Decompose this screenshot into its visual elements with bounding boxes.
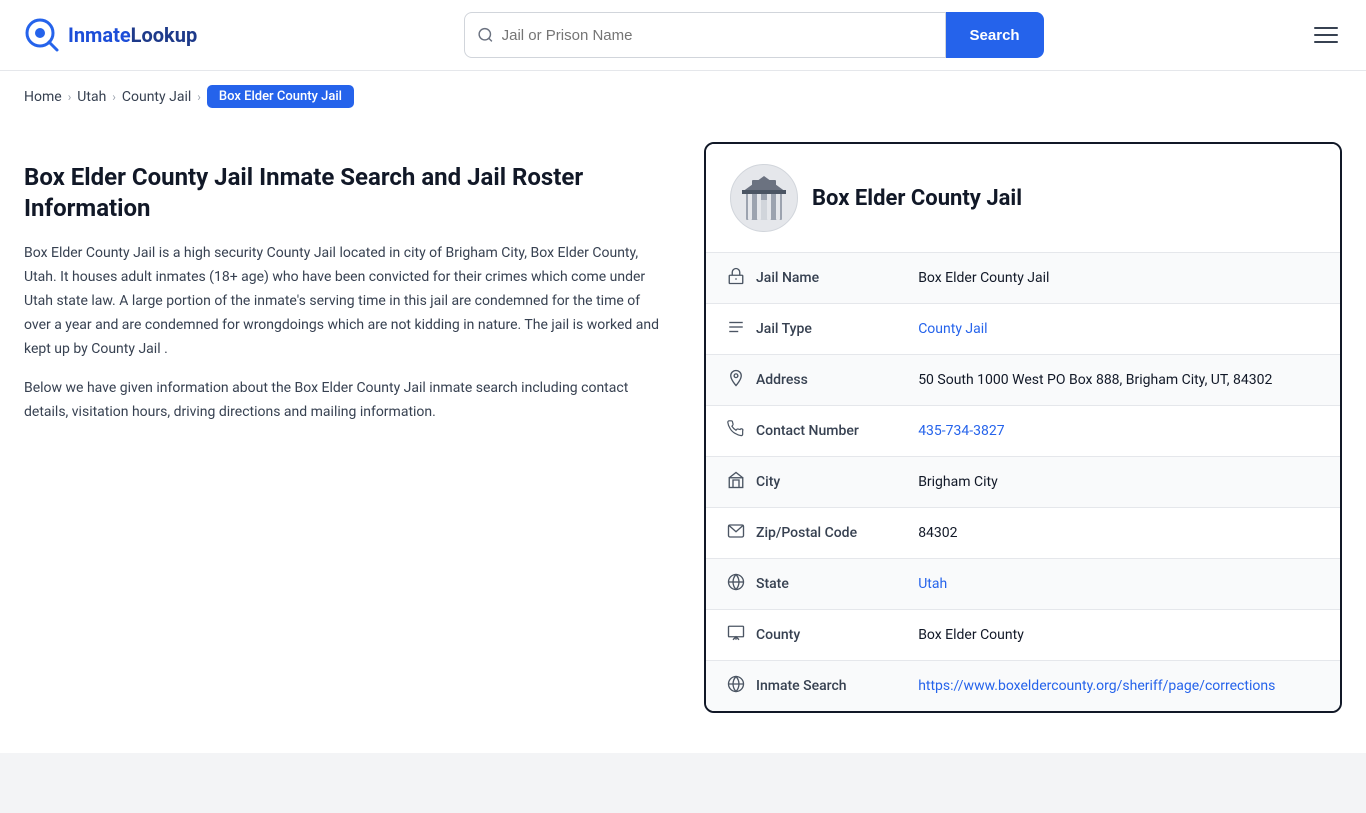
- field-value-cell: 50 South 1000 West PO Box 888, Brigham C…: [898, 355, 1340, 406]
- card-title: Box Elder County Jail: [812, 186, 1022, 211]
- state-icon: [726, 573, 746, 595]
- field-label-cell: Address: [706, 355, 898, 405]
- jail-image: [730, 164, 798, 232]
- field-label-cell: Contact Number: [706, 406, 898, 456]
- breadcrumb-county-jail[interactable]: County Jail: [122, 89, 191, 105]
- logo-icon: [24, 17, 60, 53]
- field-link-8[interactable]: https://www.boxeldercounty.org/sheriff/p…: [918, 678, 1275, 694]
- search-icon: [477, 26, 494, 44]
- menu-line-2: [1314, 34, 1338, 36]
- card-header: Box Elder County Jail: [706, 144, 1340, 252]
- field-label-2: Address: [756, 372, 808, 388]
- field-link-3[interactable]: 435-734-3827: [918, 423, 1004, 439]
- field-label-3: Contact Number: [756, 423, 859, 439]
- field-value-cell[interactable]: County Jail: [898, 304, 1340, 355]
- field-link-6[interactable]: Utah: [918, 576, 947, 592]
- address-icon: [726, 369, 746, 391]
- table-row: City Brigham City: [706, 457, 1340, 508]
- field-label-4: City: [756, 474, 780, 490]
- globe-icon: [726, 675, 746, 697]
- table-row: Jail Name Box Elder County Jail: [706, 253, 1340, 304]
- county-icon: [726, 624, 746, 646]
- field-label-cell: Jail Type: [706, 304, 898, 354]
- field-label-cell: State: [706, 559, 898, 609]
- search-button[interactable]: Search: [946, 12, 1044, 58]
- table-row: County Box Elder County: [706, 610, 1340, 661]
- field-label-1: Jail Type: [756, 321, 812, 337]
- description-paragraph-2: Below we have given information about th…: [24, 377, 664, 425]
- logo-suffix: Lookup: [131, 23, 198, 47]
- phone-icon: [726, 420, 746, 442]
- page-title: Box Elder County Jail Inmate Search and …: [24, 162, 664, 224]
- info-table: Jail Name Box Elder County Jail Jail Typ…: [706, 252, 1340, 711]
- field-label-8: Inmate Search: [756, 678, 847, 694]
- field-value-cell: Box Elder County: [898, 610, 1340, 661]
- menu-button[interactable]: [1310, 23, 1342, 47]
- field-label-cell: City: [706, 457, 898, 507]
- table-row: Jail Type County Jail: [706, 304, 1340, 355]
- field-label-cell: County: [706, 610, 898, 660]
- jail-icon: [726, 267, 746, 289]
- field-label-cell: Inmate Search: [706, 661, 898, 711]
- breadcrumb-current: Box Elder County Jail: [207, 85, 354, 108]
- main-content: Box Elder County Jail Inmate Search and …: [0, 122, 1366, 753]
- chevron-icon-3: ›: [197, 90, 201, 104]
- table-row: Address 50 South 1000 West PO Box 888, B…: [706, 355, 1340, 406]
- field-label-cell: Zip/Postal Code: [706, 508, 898, 558]
- search-area: Search: [464, 12, 1044, 58]
- logo-link[interactable]: InmateLookup: [24, 17, 197, 53]
- menu-line-1: [1314, 27, 1338, 29]
- table-row: Inmate Search https://www.boxeldercounty…: [706, 661, 1340, 712]
- field-label-0: Jail Name: [756, 270, 819, 286]
- logo-text: InmateLookup: [68, 23, 197, 47]
- field-label-7: County: [756, 627, 800, 643]
- table-row: Zip/Postal Code 84302: [706, 508, 1340, 559]
- field-value-cell[interactable]: Utah: [898, 559, 1340, 610]
- field-value-cell[interactable]: 435-734-3827: [898, 406, 1340, 457]
- city-icon: [726, 471, 746, 493]
- table-row: Contact Number 435-734-3827: [706, 406, 1340, 457]
- breadcrumb: Home › Utah › County Jail › Box Elder Co…: [0, 71, 1366, 122]
- field-value-cell: Box Elder County Jail: [898, 253, 1340, 304]
- table-row: State Utah: [706, 559, 1340, 610]
- search-input[interactable]: [502, 27, 933, 44]
- info-card: Box Elder County Jail Jail Name Box Elde…: [704, 142, 1342, 713]
- field-value-cell: 84302: [898, 508, 1340, 559]
- description-paragraph-1: Box Elder County Jail is a high security…: [24, 242, 664, 361]
- menu-line-3: [1314, 41, 1338, 43]
- field-label-6: State: [756, 576, 789, 592]
- breadcrumb-home[interactable]: Home: [24, 89, 62, 105]
- search-input-wrap: [464, 12, 946, 58]
- chevron-icon-1: ›: [68, 90, 72, 104]
- jail-building-icon: [738, 172, 790, 224]
- field-link-1[interactable]: County Jail: [918, 321, 987, 337]
- site-header: InmateLookup Search: [0, 0, 1366, 71]
- right-column: Box Elder County Jail Jail Name Box Elde…: [704, 122, 1342, 713]
- breadcrumb-utah[interactable]: Utah: [77, 89, 106, 105]
- field-value-cell[interactable]: https://www.boxeldercounty.org/sheriff/p…: [898, 661, 1340, 712]
- chevron-icon-2: ›: [112, 90, 116, 104]
- field-label-cell: Jail Name: [706, 253, 898, 303]
- zip-icon: [726, 522, 746, 544]
- footer: [0, 753, 1366, 813]
- left-column: Box Elder County Jail Inmate Search and …: [24, 122, 664, 713]
- logo-prefix: Inmate: [68, 23, 131, 47]
- field-value-cell: Brigham City: [898, 457, 1340, 508]
- field-label-5: Zip/Postal Code: [756, 525, 857, 541]
- type-icon: [726, 318, 746, 340]
